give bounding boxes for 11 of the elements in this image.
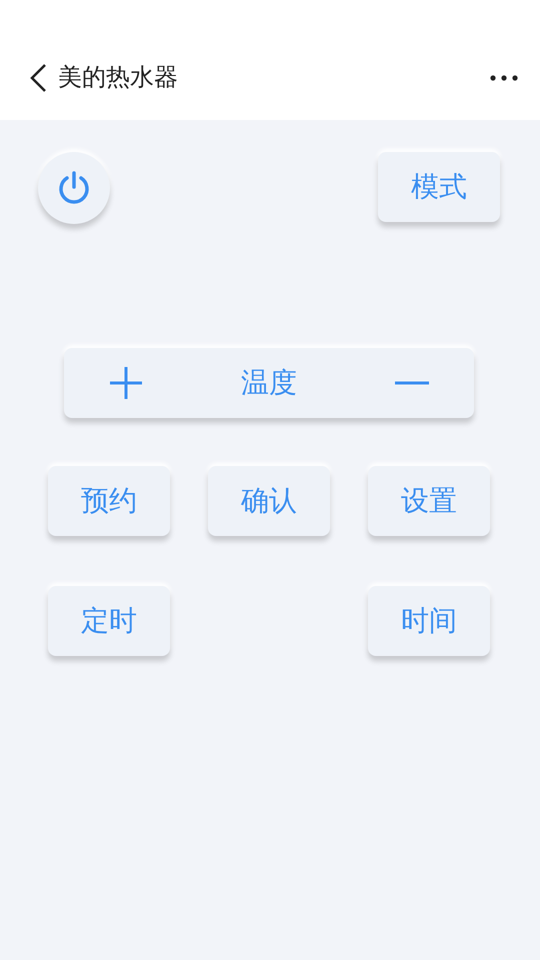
keypad-button[interactable]: 预约 bbox=[48, 466, 170, 536]
page-title: 美的热水器 bbox=[58, 63, 178, 93]
keypad-button[interactable]: 定时 bbox=[48, 586, 170, 656]
plus-icon[interactable] bbox=[108, 365, 144, 401]
keypad-button[interactable]: 确认 bbox=[208, 466, 330, 536]
keypad-button[interactable]: 时间 bbox=[368, 586, 490, 656]
keypad-button[interactable]: 设置 bbox=[368, 466, 490, 536]
power-button[interactable] bbox=[38, 152, 110, 224]
mode-button[interactable]: 模式 bbox=[378, 152, 500, 222]
temperature-label: 温度 bbox=[241, 366, 297, 400]
back-icon[interactable] bbox=[28, 62, 48, 94]
